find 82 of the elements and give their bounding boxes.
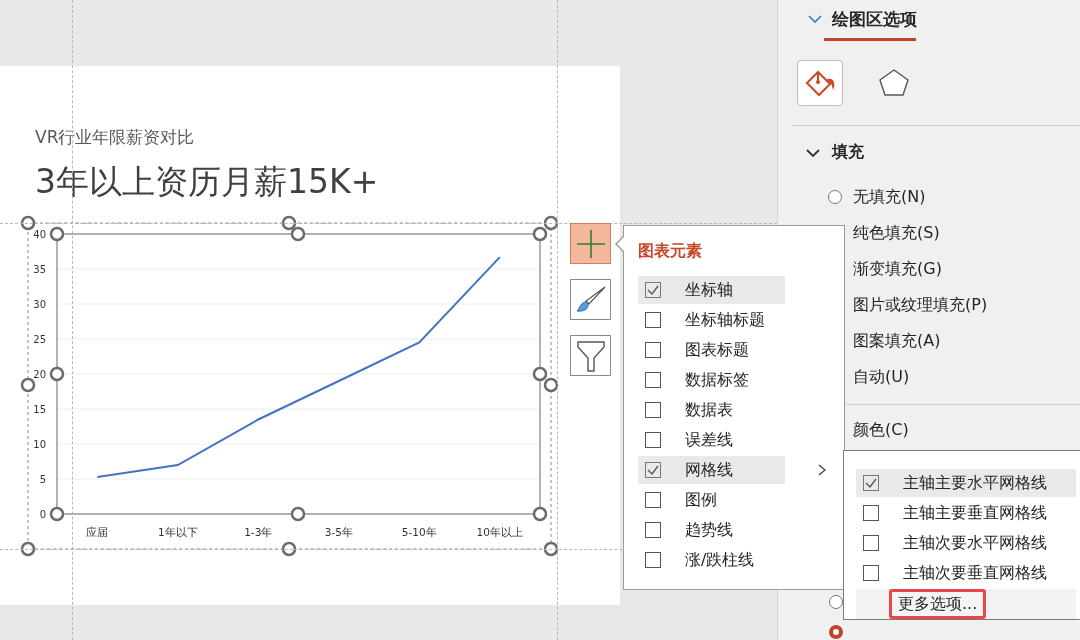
radio-button[interactable] [829,595,843,609]
option-label[interactable]: 图案填充(A) [853,330,941,352]
resize-handle[interactable] [543,377,559,393]
resize-handle[interactable] [532,226,548,242]
menu-item[interactable]: 网格线 [638,456,785,484]
axis-label: 25 [33,334,46,345]
option-label[interactable]: 自动(U) [853,366,910,388]
checkbox[interactable] [863,505,879,521]
fill-tab[interactable] [797,60,843,106]
resize-handle[interactable] [20,215,36,231]
checkbox[interactable] [645,492,661,508]
menu-item[interactable]: 趋势线 [638,516,785,544]
checkbox[interactable] [863,475,879,491]
resize-handle[interactable] [49,226,65,242]
axis-label: 20 [33,369,46,380]
axis-label: 1-3年 [244,526,273,538]
menu-item[interactable]: 误差线 [638,426,785,454]
radio-button[interactable] [828,190,842,204]
resize-handle[interactable] [20,541,36,557]
checkbox[interactable] [645,312,661,328]
section-title: 填充 [832,142,864,163]
resize-handle[interactable] [20,377,36,393]
resize-handle[interactable] [281,541,297,557]
menu-title: 图表元素 [638,241,703,262]
menu-item[interactable]: 主轴主要水平网格线 [856,469,1076,497]
axis-label: 5-10年 [401,526,437,538]
resize-handle[interactable] [49,506,65,522]
resize-handle[interactable] [281,215,297,231]
option-label[interactable]: 纯色填充(S) [853,222,940,244]
menu-item[interactable]: 数据标签 [638,366,785,394]
menu-item[interactable]: 主轴次要垂直网格线 [856,559,1076,587]
radio-button[interactable] [829,625,843,639]
slide-title: 3年以上资历月薪15K+ [35,161,379,203]
checkbox[interactable] [645,372,661,388]
menu-item[interactable]: 主轴次要水平网格线 [856,529,1076,557]
checkbox[interactable] [863,535,879,551]
axis-label: 15 [33,404,46,415]
filter-icon [575,338,606,373]
chevron-down-icon[interactable] [806,147,820,158]
axis-label: 1年以下 [157,526,198,538]
resize-handle[interactable] [290,226,306,242]
menu-item[interactable]: 主轴主要垂直网格线 [856,499,1076,527]
slide-subtitle: VR行业年限薪资对比 [35,126,195,149]
chart-styles-button[interactable] [570,279,611,320]
axis-label: 应届 [86,526,109,538]
resize-handle[interactable] [49,366,65,382]
more-options-link[interactable]: 更多选项... [889,589,987,619]
checkbox[interactable] [645,462,661,478]
option-label[interactable]: 无填充(N) [853,186,926,208]
option-label[interactable]: 渐变填充(G) [853,258,942,280]
axis-label: 0 [39,509,46,520]
chart-filter-button[interactable] [570,335,611,376]
axis-label: 30 [33,299,46,310]
color-label: 颜色(C) [853,420,910,441]
resize-handle[interactable] [532,366,548,382]
axis-label: 10年以上 [476,526,523,538]
chevron-right-icon[interactable] [818,464,826,476]
checkbox[interactable] [645,432,661,448]
checkbox[interactable] [645,522,661,538]
checkbox[interactable] [645,342,661,358]
resize-handle[interactable] [532,506,548,522]
checkbox[interactable] [863,565,879,581]
resize-handle[interactable] [290,506,306,522]
pane-title: 绘图区选项 [832,7,917,31]
menu-item[interactable]: 涨/跌柱线 [638,546,785,574]
axis-label: 5 [39,474,46,485]
checkbox[interactable] [645,552,661,568]
axis-label: 35 [33,264,46,275]
option-label[interactable]: 图片或纹理填充(P) [853,294,988,316]
checkbox[interactable] [645,282,661,298]
plus-icon [575,228,606,259]
resize-handle[interactable] [543,215,559,231]
menu-item[interactable]: 图例 [638,486,785,514]
axis-label: 3-5年 [324,526,353,538]
resize-handle[interactable] [543,541,559,557]
menu-item[interactable]: 坐标轴标题 [638,306,785,334]
axis-label: 40 [33,229,46,240]
axis-label: 10 [33,439,46,450]
menu-item[interactable]: 坐标轴 [638,276,785,304]
menu-item[interactable]: 数据表 [638,396,785,424]
menu-item[interactable]: 图表标题 [638,336,785,364]
checkbox[interactable] [645,402,661,418]
